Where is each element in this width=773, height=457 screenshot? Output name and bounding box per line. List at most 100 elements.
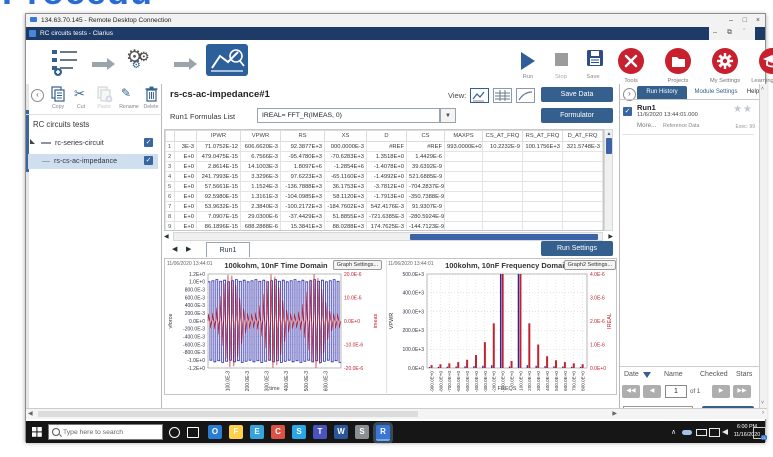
column-header[interactable]: CS_AT_FRQ xyxy=(483,131,523,142)
table-row[interactable]: 7E+053.9632E-152.3840E-3-100.2172E+3-184… xyxy=(166,202,603,212)
filter-stars-button[interactable]: Stars xyxy=(736,371,752,378)
graph1-settings-button[interactable]: Graph Settings... xyxy=(333,260,382,270)
page-next-button[interactable]: ▶ xyxy=(712,385,730,398)
column-header[interactable]: D_AT_FRQ xyxy=(563,131,603,142)
view-graph-button[interactable] xyxy=(516,88,535,103)
save-data-button[interactable]: Save Data xyxy=(541,87,613,102)
rdp-maximize-button[interactable]: □ xyxy=(743,16,747,25)
table-row[interactable]: 8E+07.0907E-1529.0300E-6-37.4429E+351.88… xyxy=(166,212,603,222)
taskbar-app-outlook[interactable]: O xyxy=(208,425,222,439)
sheet-tab-run1[interactable]: Run1 xyxy=(206,242,250,257)
onedrive-icon[interactable] xyxy=(682,430,692,435)
time-domain-graph[interactable]: 11/06/2020 13:44:01 100kohm, 10nF Time D… xyxy=(166,260,384,393)
formula-combobox[interactable]: IREAL= FFT_R(IMEAS, 0) xyxy=(257,108,440,123)
rdp-close-button[interactable]: × xyxy=(756,16,760,25)
window-hscrollbar[interactable]: ◀ ▶ xyxy=(26,408,619,419)
collapse-left-icon[interactable]: ‹ xyxy=(31,89,44,102)
rdp-minimize-button[interactable]: – xyxy=(729,16,733,25)
panel-corner-scroll[interactable]: › xyxy=(619,408,767,419)
volume-icon[interactable] xyxy=(722,429,728,435)
copy-button[interactable]: Copy xyxy=(48,85,68,113)
run-more-link[interactable]: More... xyxy=(637,122,656,129)
filter-date-button[interactable]: Date xyxy=(624,371,639,378)
rename-button[interactable]: ✎ Rename xyxy=(118,85,140,113)
task-view-icon[interactable] xyxy=(187,427,199,438)
run-checkbox[interactable]: ✓ xyxy=(623,107,632,116)
column-header[interactable]: RS_AT_FRQ xyxy=(523,131,563,142)
run-stars[interactable]: ★★ xyxy=(733,104,753,115)
table-row[interactable]: 2E+0479.0475E-156.7566E-3-95.4780E+3-70.… xyxy=(166,152,603,162)
run-history-entry[interactable]: ✓ Run1 11/6/2020 13:44:01.000 More... Re… xyxy=(620,101,759,135)
frequency-domain-graph[interactable]: 11/06/2020 13:44:01 100kohm, 10nF Freque… xyxy=(386,260,617,393)
page-prev-button[interactable]: ◀ xyxy=(643,385,661,398)
delete-button[interactable]: Delete xyxy=(142,85,162,113)
clarius-minimize-button[interactable]: – xyxy=(713,29,717,36)
taskbar-app-edge[interactable]: E xyxy=(250,425,264,439)
table-hscrollbar[interactable]: ◀ ▶ xyxy=(164,232,613,241)
view-table-button[interactable] xyxy=(493,88,512,103)
filter-name-button[interactable]: Name xyxy=(664,371,683,378)
tree-checkbox[interactable]: ✓ xyxy=(144,138,153,147)
clarius-restore-button[interactable]: ⧉ xyxy=(727,29,732,37)
results-table[interactable]: IPWRVPWRRSXSDCSMAXPSCS_AT_FRQRS_AT_FRQD_… xyxy=(164,129,604,231)
table-row[interactable]: 5E+057.5661E-151.1524E-3-136.7888E+336.1… xyxy=(166,182,603,192)
run-settings-button[interactable]: Run Settings xyxy=(541,241,613,256)
column-header[interactable]: CS xyxy=(407,131,445,142)
page-last-button[interactable]: ▶▶ xyxy=(733,385,751,398)
column-header[interactable]: XS xyxy=(325,131,367,142)
table-row[interactable]: 6E+092.5980E-151.3161E-3-104.0985E+358.1… xyxy=(166,192,603,202)
stop-button[interactable]: Stop xyxy=(546,50,576,86)
graph2-settings-button[interactable]: Graph2 Settings... xyxy=(564,260,616,270)
taskbar-app-remote-desktop[interactable]: R xyxy=(376,425,390,441)
taskbar-app-settings[interactable]: S xyxy=(355,425,369,439)
panel-vscrollbar[interactable]: ˄ ˅ xyxy=(759,84,767,408)
table-row[interactable]: 9E+086.1896E-15688.2888E-615.3841E+388.0… xyxy=(166,222,603,232)
scroll-left-arrow-icon[interactable]: ◀ xyxy=(164,232,169,242)
cut-button[interactable]: ✂ Cut xyxy=(72,85,90,113)
run-button[interactable]: Run xyxy=(513,50,543,86)
notification-icon[interactable]: 21 xyxy=(753,427,766,439)
tab-help[interactable]: Help xyxy=(743,86,759,99)
tray-chevron-icon[interactable]: ∧ xyxy=(671,428,676,436)
column-header[interactable]: MAXPS xyxy=(445,131,483,142)
expander-icon[interactable] xyxy=(30,139,35,144)
tree-item-rc-series-circuit[interactable]: rc-series-circuit ✓ xyxy=(28,136,158,151)
sheet-prev-icon[interactable]: ◀ xyxy=(172,245,177,255)
cortana-icon[interactable] xyxy=(169,427,180,438)
taskbar-app-teams[interactable]: T xyxy=(313,425,327,439)
formulator-button[interactable]: Formulator xyxy=(541,108,613,123)
taskbar-search-input[interactable]: Type here to search xyxy=(48,424,163,440)
table-vscrollbar[interactable]: ▲ xyxy=(604,129,613,231)
taskbar-app-word[interactable]: W xyxy=(334,425,348,439)
sidebar-scrollbar[interactable] xyxy=(26,84,29,408)
battery-icon[interactable] xyxy=(696,429,707,436)
panel-scroll-up-icon[interactable]: ˆ xyxy=(743,29,745,36)
column-header[interactable]: D xyxy=(367,131,407,142)
tab-run-history[interactable]: Run History xyxy=(637,86,687,99)
column-header[interactable]: VPWR xyxy=(241,131,281,142)
table-row[interactable]: 4E+0241.7993E-153.3296E-397.6223E+3-65.1… xyxy=(166,172,603,182)
scroll-left-arrow-icon[interactable]: ◀ xyxy=(28,409,33,419)
formula-dropdown-button[interactable]: ▼ xyxy=(440,108,456,123)
taskbar-app-skype[interactable]: S xyxy=(292,425,306,439)
paste-button[interactable]: Paste xyxy=(94,85,116,113)
start-button[interactable] xyxy=(26,421,48,443)
table-row[interactable]: 13E-371.0752E-12606.6620E-392.3877E+3000… xyxy=(166,142,603,152)
view-graph-table-button[interactable] xyxy=(470,88,489,103)
column-header[interactable] xyxy=(166,131,175,142)
column-header[interactable]: RS xyxy=(281,131,325,142)
page-first-button[interactable]: ◀◀ xyxy=(622,385,640,398)
taskbar-app-chrome[interactable]: C xyxy=(271,425,285,439)
filter-funnel-icon[interactable] xyxy=(643,372,651,378)
taskbar-app-file-explorer[interactable]: F xyxy=(229,425,243,439)
table-row[interactable]: 3E+02.8614E-1514.1003E-31.8097E+6-1.2854… xyxy=(166,162,603,172)
sheet-next-icon[interactable]: ▶ xyxy=(186,245,191,255)
tree-checkbox[interactable]: ✓ xyxy=(144,156,153,165)
filter-checked-button[interactable]: Checked xyxy=(700,371,728,378)
column-header[interactable] xyxy=(175,131,197,142)
column-header[interactable]: IPWR xyxy=(197,131,241,142)
page-number-input[interactable]: 1 xyxy=(665,385,687,398)
scroll-right-arrow-icon[interactable]: ▶ xyxy=(612,409,617,419)
display-icon[interactable] xyxy=(709,428,720,437)
tree-item-rs-cs-ac-impedance[interactable]: rs-cs-ac-impedance ✓ xyxy=(28,154,158,169)
